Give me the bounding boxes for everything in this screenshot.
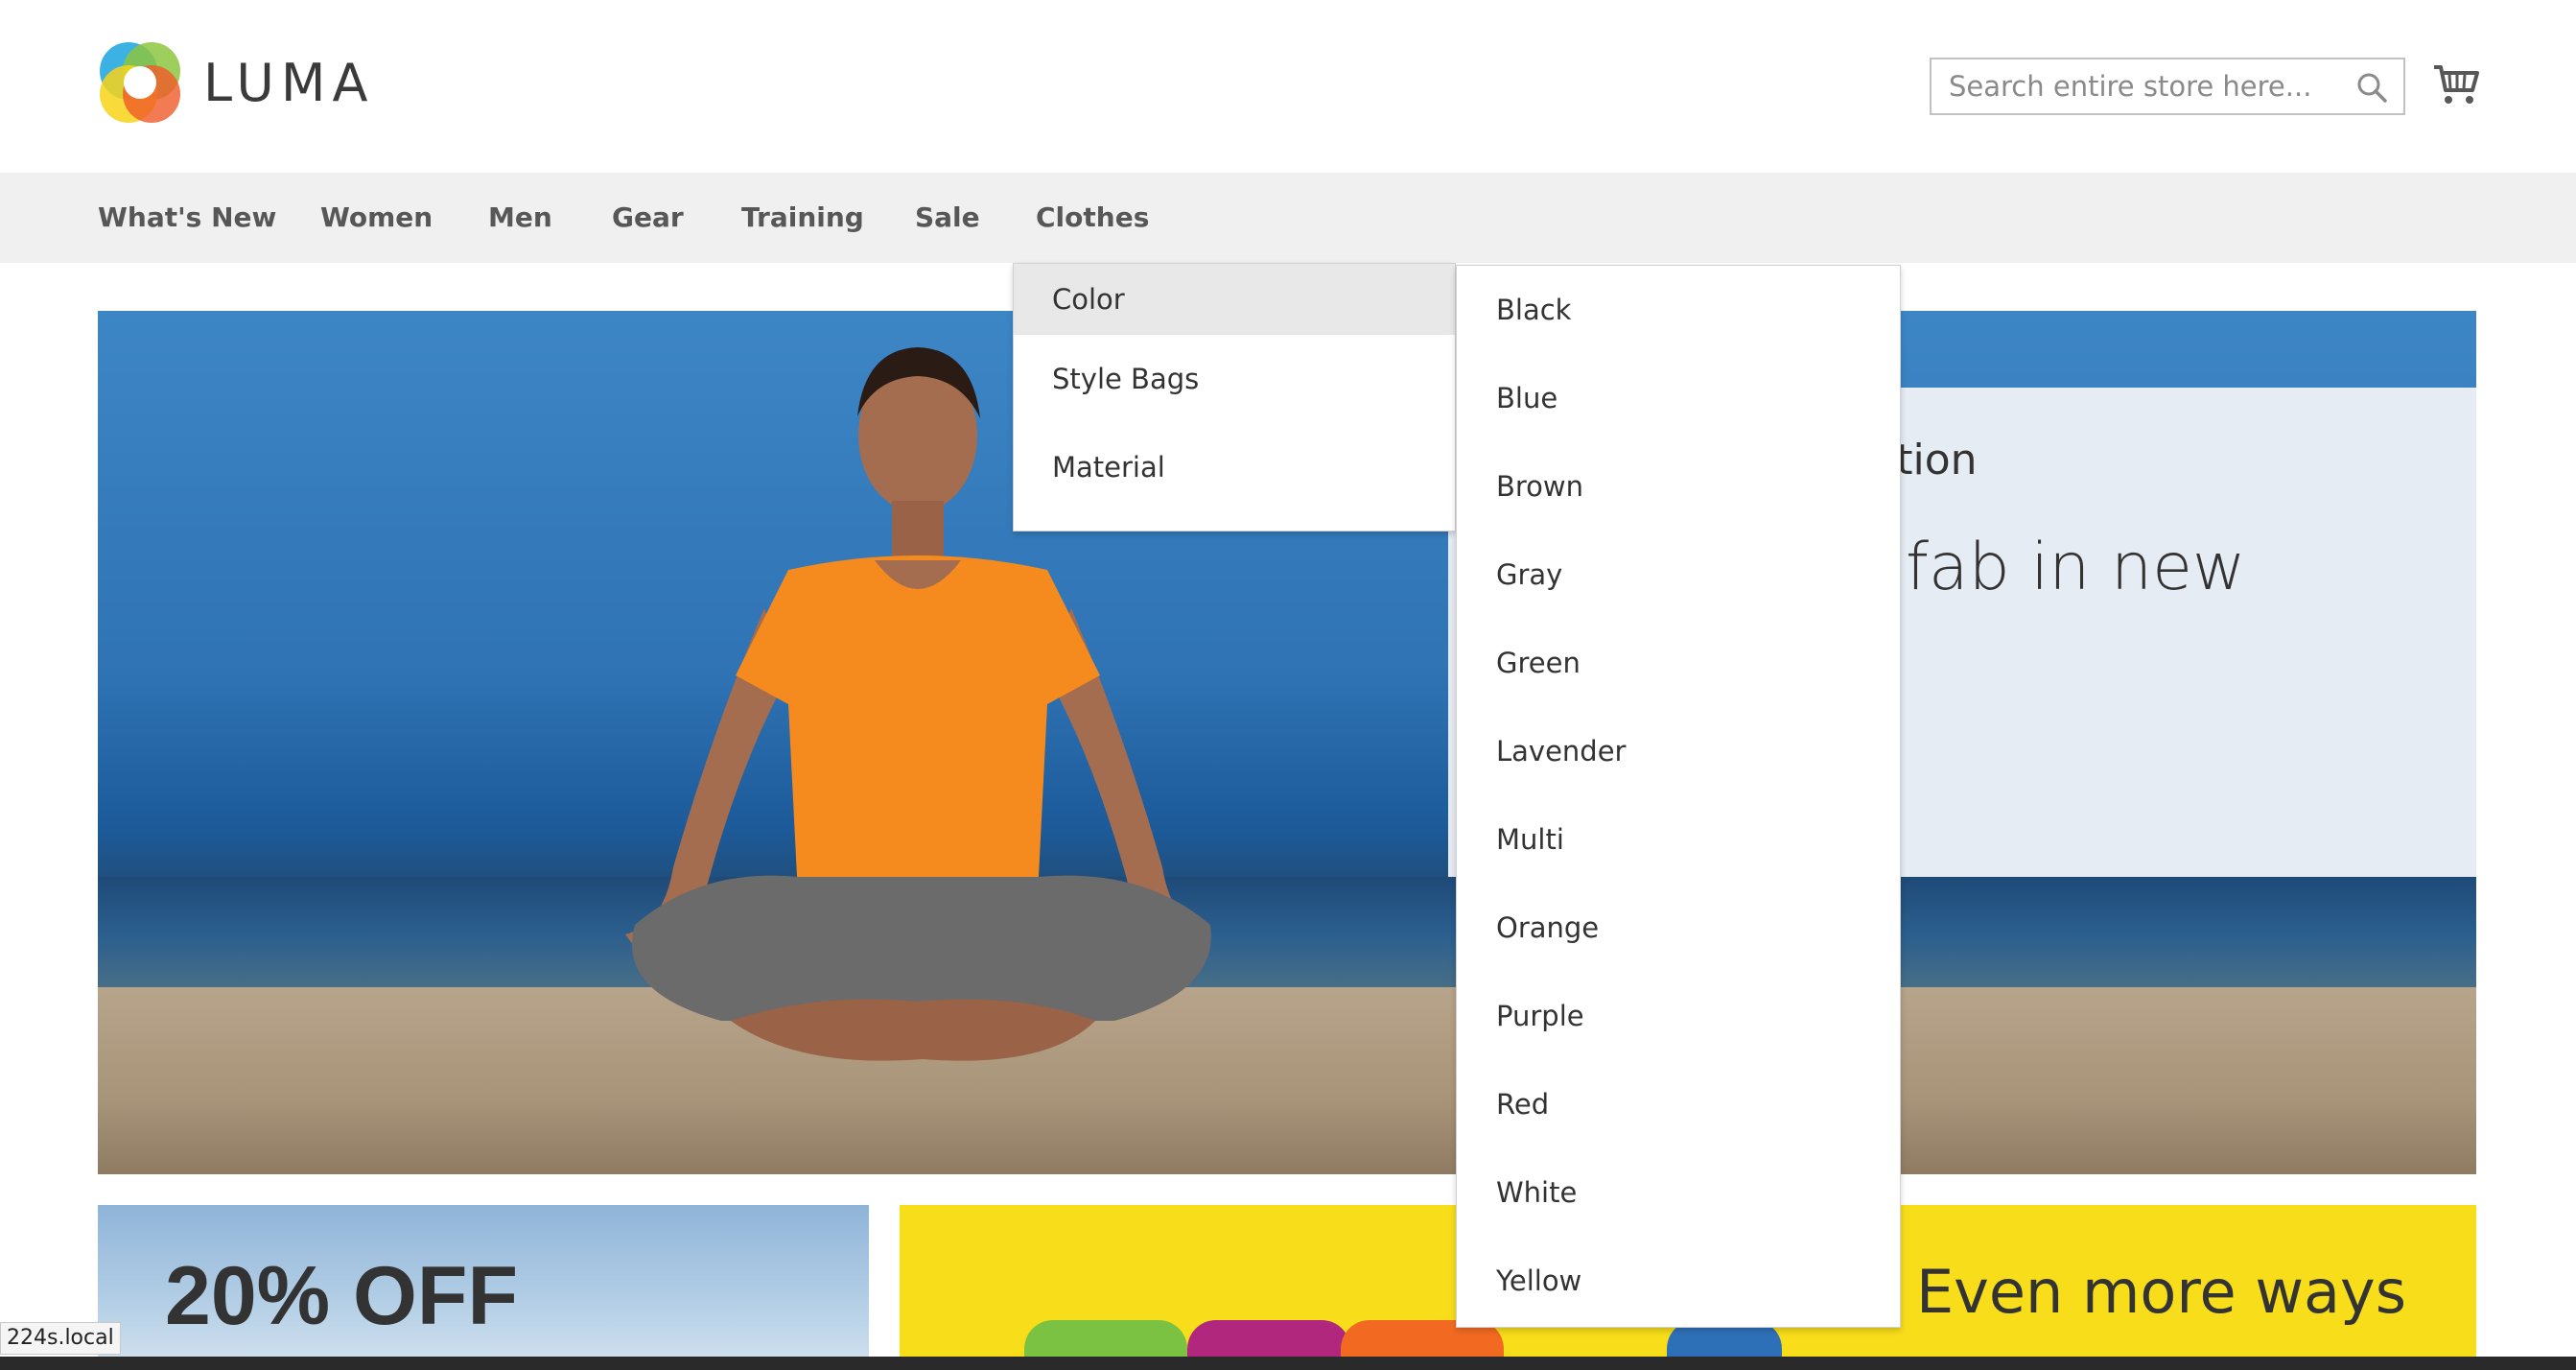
color-item-multi[interactable]: Multi xyxy=(1457,795,1900,884)
main-nav: What's New Women Men Gear Training Sale … xyxy=(0,173,2576,263)
nav-item-sale[interactable]: Sale xyxy=(915,173,980,263)
nav-item-clothes[interactable]: Clothes xyxy=(1036,173,1149,263)
promo-title-line2: s xyxy=(1847,606,2246,683)
color-item-white[interactable]: White xyxy=(1457,1148,1900,1237)
submenu-item-material[interactable]: Material xyxy=(1014,423,1455,511)
window-bottom-edge xyxy=(0,1357,2576,1370)
color-item-gray[interactable]: Gray xyxy=(1457,531,1900,619)
nav-item-training[interactable]: Training xyxy=(741,173,864,263)
promo-title: k fab in new s xyxy=(1847,530,2246,683)
color-item-yellow[interactable]: Yellow xyxy=(1457,1237,1900,1325)
submenu-item-color[interactable]: Color xyxy=(1014,264,1455,335)
search-field[interactable] xyxy=(1930,58,2405,115)
color-submenu: Black Blue Brown Gray Green Lavender Mul… xyxy=(1456,265,1901,1328)
color-item-red[interactable]: Red xyxy=(1457,1060,1900,1148)
color-item-orange[interactable]: Orange xyxy=(1457,884,1900,972)
submenu-item-style-bags[interactable]: Style Bags xyxy=(1014,335,1455,423)
cart-icon[interactable] xyxy=(2432,63,2480,106)
promo-block-tees-text: Even more ways xyxy=(1916,1257,2407,1327)
status-bar-url: 224s.local xyxy=(0,1322,121,1355)
promo-block-sale-text: 20% OFF xyxy=(165,1250,518,1342)
color-item-blue[interactable]: Blue xyxy=(1457,354,1900,442)
promo-title-line1: k fab in new xyxy=(1847,530,2246,605)
search-input[interactable] xyxy=(1932,59,2352,113)
color-item-black[interactable]: Black xyxy=(1457,266,1900,354)
luma-logo-icon xyxy=(100,42,180,123)
nav-item-whats-new[interactable]: What's New xyxy=(98,173,276,263)
color-item-green[interactable]: Green xyxy=(1457,619,1900,707)
color-item-purple[interactable]: Purple xyxy=(1457,972,1900,1060)
nav-item-men[interactable]: Men xyxy=(488,173,552,263)
nav-item-women[interactable]: Women xyxy=(320,173,433,263)
site-header: LUMA xyxy=(0,0,2576,173)
promo-block-sale[interactable]: 20% OFF xyxy=(98,1205,869,1370)
color-item-lavender[interactable]: Lavender xyxy=(1457,707,1900,795)
brand-name: LUMA xyxy=(203,52,375,113)
clothes-submenu: Color Style Bags Material xyxy=(1013,263,1456,531)
search-icon[interactable] xyxy=(2355,71,2388,104)
color-item-brown[interactable]: Brown xyxy=(1457,442,1900,531)
luma-logo[interactable]: LUMA xyxy=(96,38,374,127)
nav-item-gear[interactable]: Gear xyxy=(612,173,684,263)
